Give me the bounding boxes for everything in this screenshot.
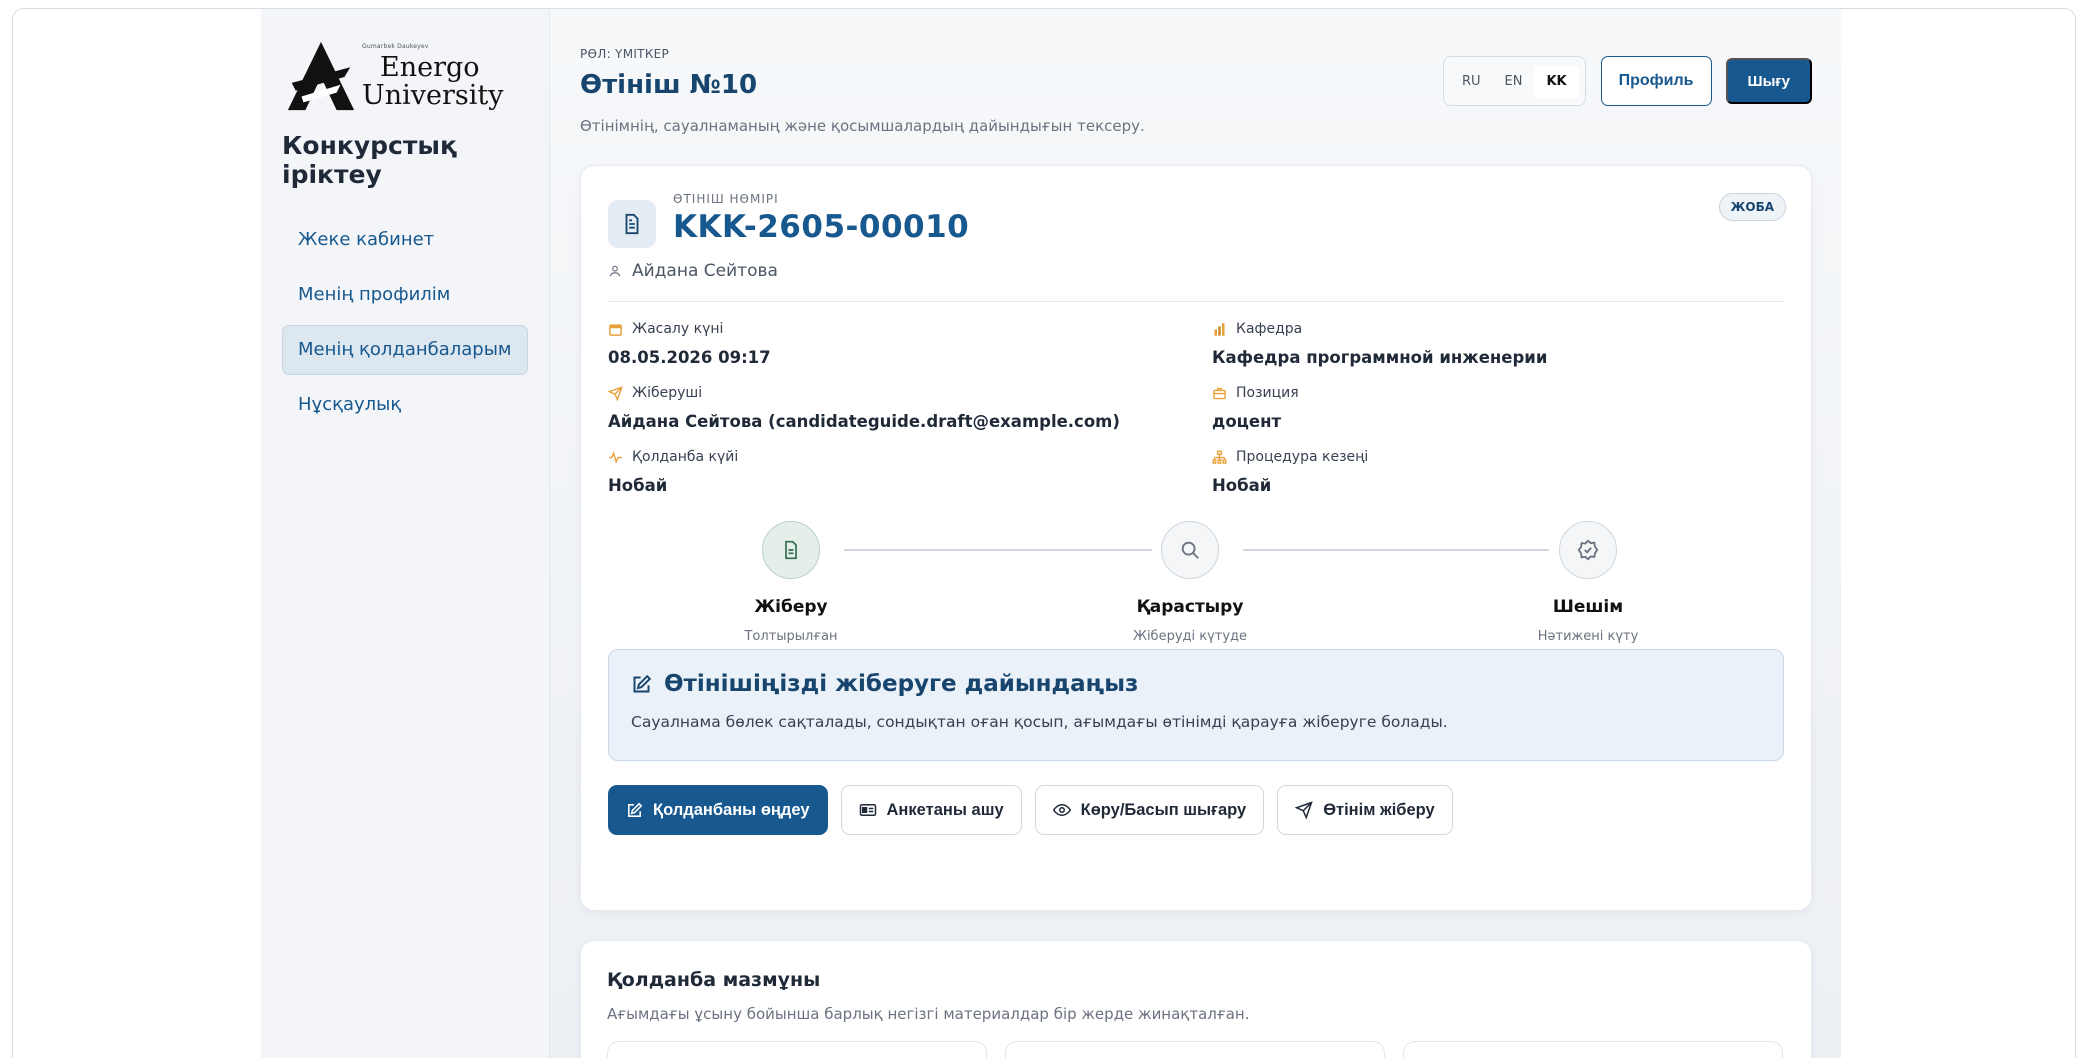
sidebar-section-title: Конкурстық іріктеу [282,131,457,189]
content-tile[interactable] [1005,1041,1385,1058]
edit-icon [628,802,643,817]
language-switcher: RU EN KK [1442,56,1586,106]
step-decision-circle [1559,521,1617,579]
step-title: Шешім [1552,597,1624,617]
page-subtitle: Өтінімнің, сауалнаманың және қосымшалард… [580,117,1145,135]
open-form-label: Анкетаны ашу [886,800,1004,819]
application-number: KKK-2605-00010 [673,209,970,245]
stage-value: Нобай [1212,476,1272,495]
briefcase-icon [1213,387,1226,399]
step-submit-circle [762,521,820,579]
position-label: Позиция [1236,385,1299,401]
step-title: Қарастыру [1136,597,1244,617]
application-details: Жасалу күні 08.05.2026 09:17 Кафедра Каф… [608,321,1784,495]
step-title: Жіберу [754,597,828,617]
main-content: РӨЛ: ҮМІТКЕР Өтініш №10 Өтінімнің, сауал… [550,9,1841,1058]
sidebar-item-my-applications[interactable]: Менің қолданбаларым [282,325,528,375]
university-logo[interactable]: Gumarbek Daukeyev Energo University [282,37,528,117]
edit-application-button[interactable]: Қолданбаны өңдеу [608,785,828,835]
user-icon [609,265,621,277]
submit-application-label: Өтінім жіберу [1323,800,1435,819]
step-subtitle: Жіберуді күтуде [1132,629,1248,644]
sidebar-item-guide[interactable]: Нұсқаулық [282,380,528,430]
document-icon [608,200,656,248]
sidebar-item-profile[interactable]: Менің профилім [282,270,528,320]
header-actions: RU EN KK Профиль Шығу [1442,56,1812,106]
application-number-label: ӨТІНІШ НӨМІРІ [673,192,779,206]
lang-ru-button[interactable]: RU [1450,65,1493,98]
step-submit: Жіберу Толтырылған [671,521,911,644]
application-card: ЖОБА ӨТІНІШ НӨМІРІ KKK-2605-00010 Айдана… [580,165,1812,911]
view-print-label: Көру/Басып шығару [1080,800,1247,819]
send-icon [608,385,623,401]
hierarchy-icon [1212,450,1227,464]
profile-button[interactable]: Профиль [1600,56,1712,106]
divider [608,301,1784,302]
badge-check-icon [1577,539,1599,561]
department-field: Кафедра Кафедра программной инженерии [1212,321,1784,367]
application-actions: Қолданбаны өңдеу Анкетаны ашу Көру/Басып… [608,785,1784,835]
calendar-icon [609,323,622,336]
app-shell: Gumarbek Daukeyev Energo University Конк… [261,9,1841,1058]
sidebar: Gumarbek Daukeyev Energo University Конк… [261,9,550,1058]
document-icon [785,540,797,560]
applicant-name-text: Айдана Сейтова [632,261,778,281]
content-tile[interactable] [607,1041,987,1058]
applicant-name: Айдана Сейтова [608,261,1784,281]
logo-word-energo: Energo [380,52,480,83]
step-subtitle: Нәтижені күту [1537,629,1639,644]
page-header: РӨЛ: ҮМІТКЕР Өтініш №10 Өтінімнің, сауал… [580,47,1812,159]
logo-mark-icon [287,41,355,111]
open-form-button[interactable]: Анкетаны ашу [840,785,1022,835]
send-icon [1295,801,1313,819]
application-header: ӨТІНІШ НӨМІРІ KKK-2605-00010 [608,192,1784,248]
app-status-label: Қолданба күйі [632,449,739,465]
prepare-alert: Өтінішіңізді жіберуге дайындаңыз Сауална… [608,649,1784,761]
progress-stepper: Жіберу Толтырылған Қарастыру Жіберуді кү… [608,521,1784,647]
position-field: Позиция доцент [1212,385,1784,431]
view-print-button[interactable]: Көру/Басып шығару [1034,785,1265,835]
search-icon [1181,541,1199,559]
contents-tiles [607,1041,1785,1058]
step-review-circle [1161,521,1219,579]
department-value: Кафедра программной инженерии [1212,348,1548,367]
created-label: Жасалу күні [632,321,724,337]
step-decision: Шешім Нәтижені күту [1468,521,1708,644]
edit-application-label: Қолданбаны өңдеу [653,800,810,819]
application-contents-card: Қолданба мазмұны Ағымдағы ұсыну бойынша … [580,940,1812,1058]
position-value: доцент [1212,412,1282,431]
stage-label: Процедура кезеңі [1236,449,1369,465]
created-field: Жасалу күні 08.05.2026 09:17 [608,321,1212,367]
sender-label: Жіберуші [632,385,703,401]
lang-kk-button[interactable]: KK [1534,64,1579,98]
app-status-field: Қолданба күйі Нобай [608,449,1212,495]
logo-small-text: Gumarbek Daukeyev [362,43,429,50]
edit-icon [633,674,652,692]
content-tile[interactable] [1403,1041,1783,1058]
step-review: Қарастыру Жіберуді күтуде [1070,521,1310,644]
lang-en-button[interactable]: EN [1493,65,1535,98]
sidebar-item-cabinet[interactable]: Жеке кабинет [282,215,528,265]
sender-field: Жіберуші Айдана Сейтова (candidateguide.… [608,385,1212,431]
app-status-value: Нобай [608,476,668,495]
created-value: 08.05.2026 09:17 [608,348,771,367]
status-badge: ЖОБА [1718,193,1786,221]
alert-text: Сауалнама бөлек сақталады, сондықтан оға… [631,713,1448,731]
contents-title: Қолданба мазмұны [607,969,821,991]
department-label: Кафедра [1236,321,1303,337]
id-card-icon [859,804,876,816]
sender-value: Айдана Сейтова (candidateguide.draft@exa… [608,412,1120,431]
logo-word-university: University [362,80,504,111]
stage-field: Процедура кезеңі Нобай [1212,449,1784,495]
sidebar-nav: Жеке кабинет Менің профилім Менің қолдан… [282,215,528,430]
building-icon [1214,322,1225,336]
logout-button[interactable]: Шығу [1725,58,1812,104]
step-subtitle: Толтырылған [744,629,838,644]
activity-icon [609,450,622,464]
alert-title: Өтінішіңізді жіберуге дайындаңыз [664,671,1139,697]
eye-icon [1052,803,1071,817]
contents-subtitle: Ағымдағы ұсыну бойынша барлық негізгі ма… [607,1005,1250,1023]
submit-application-button[interactable]: Өтінім жіберу [1277,785,1453,835]
